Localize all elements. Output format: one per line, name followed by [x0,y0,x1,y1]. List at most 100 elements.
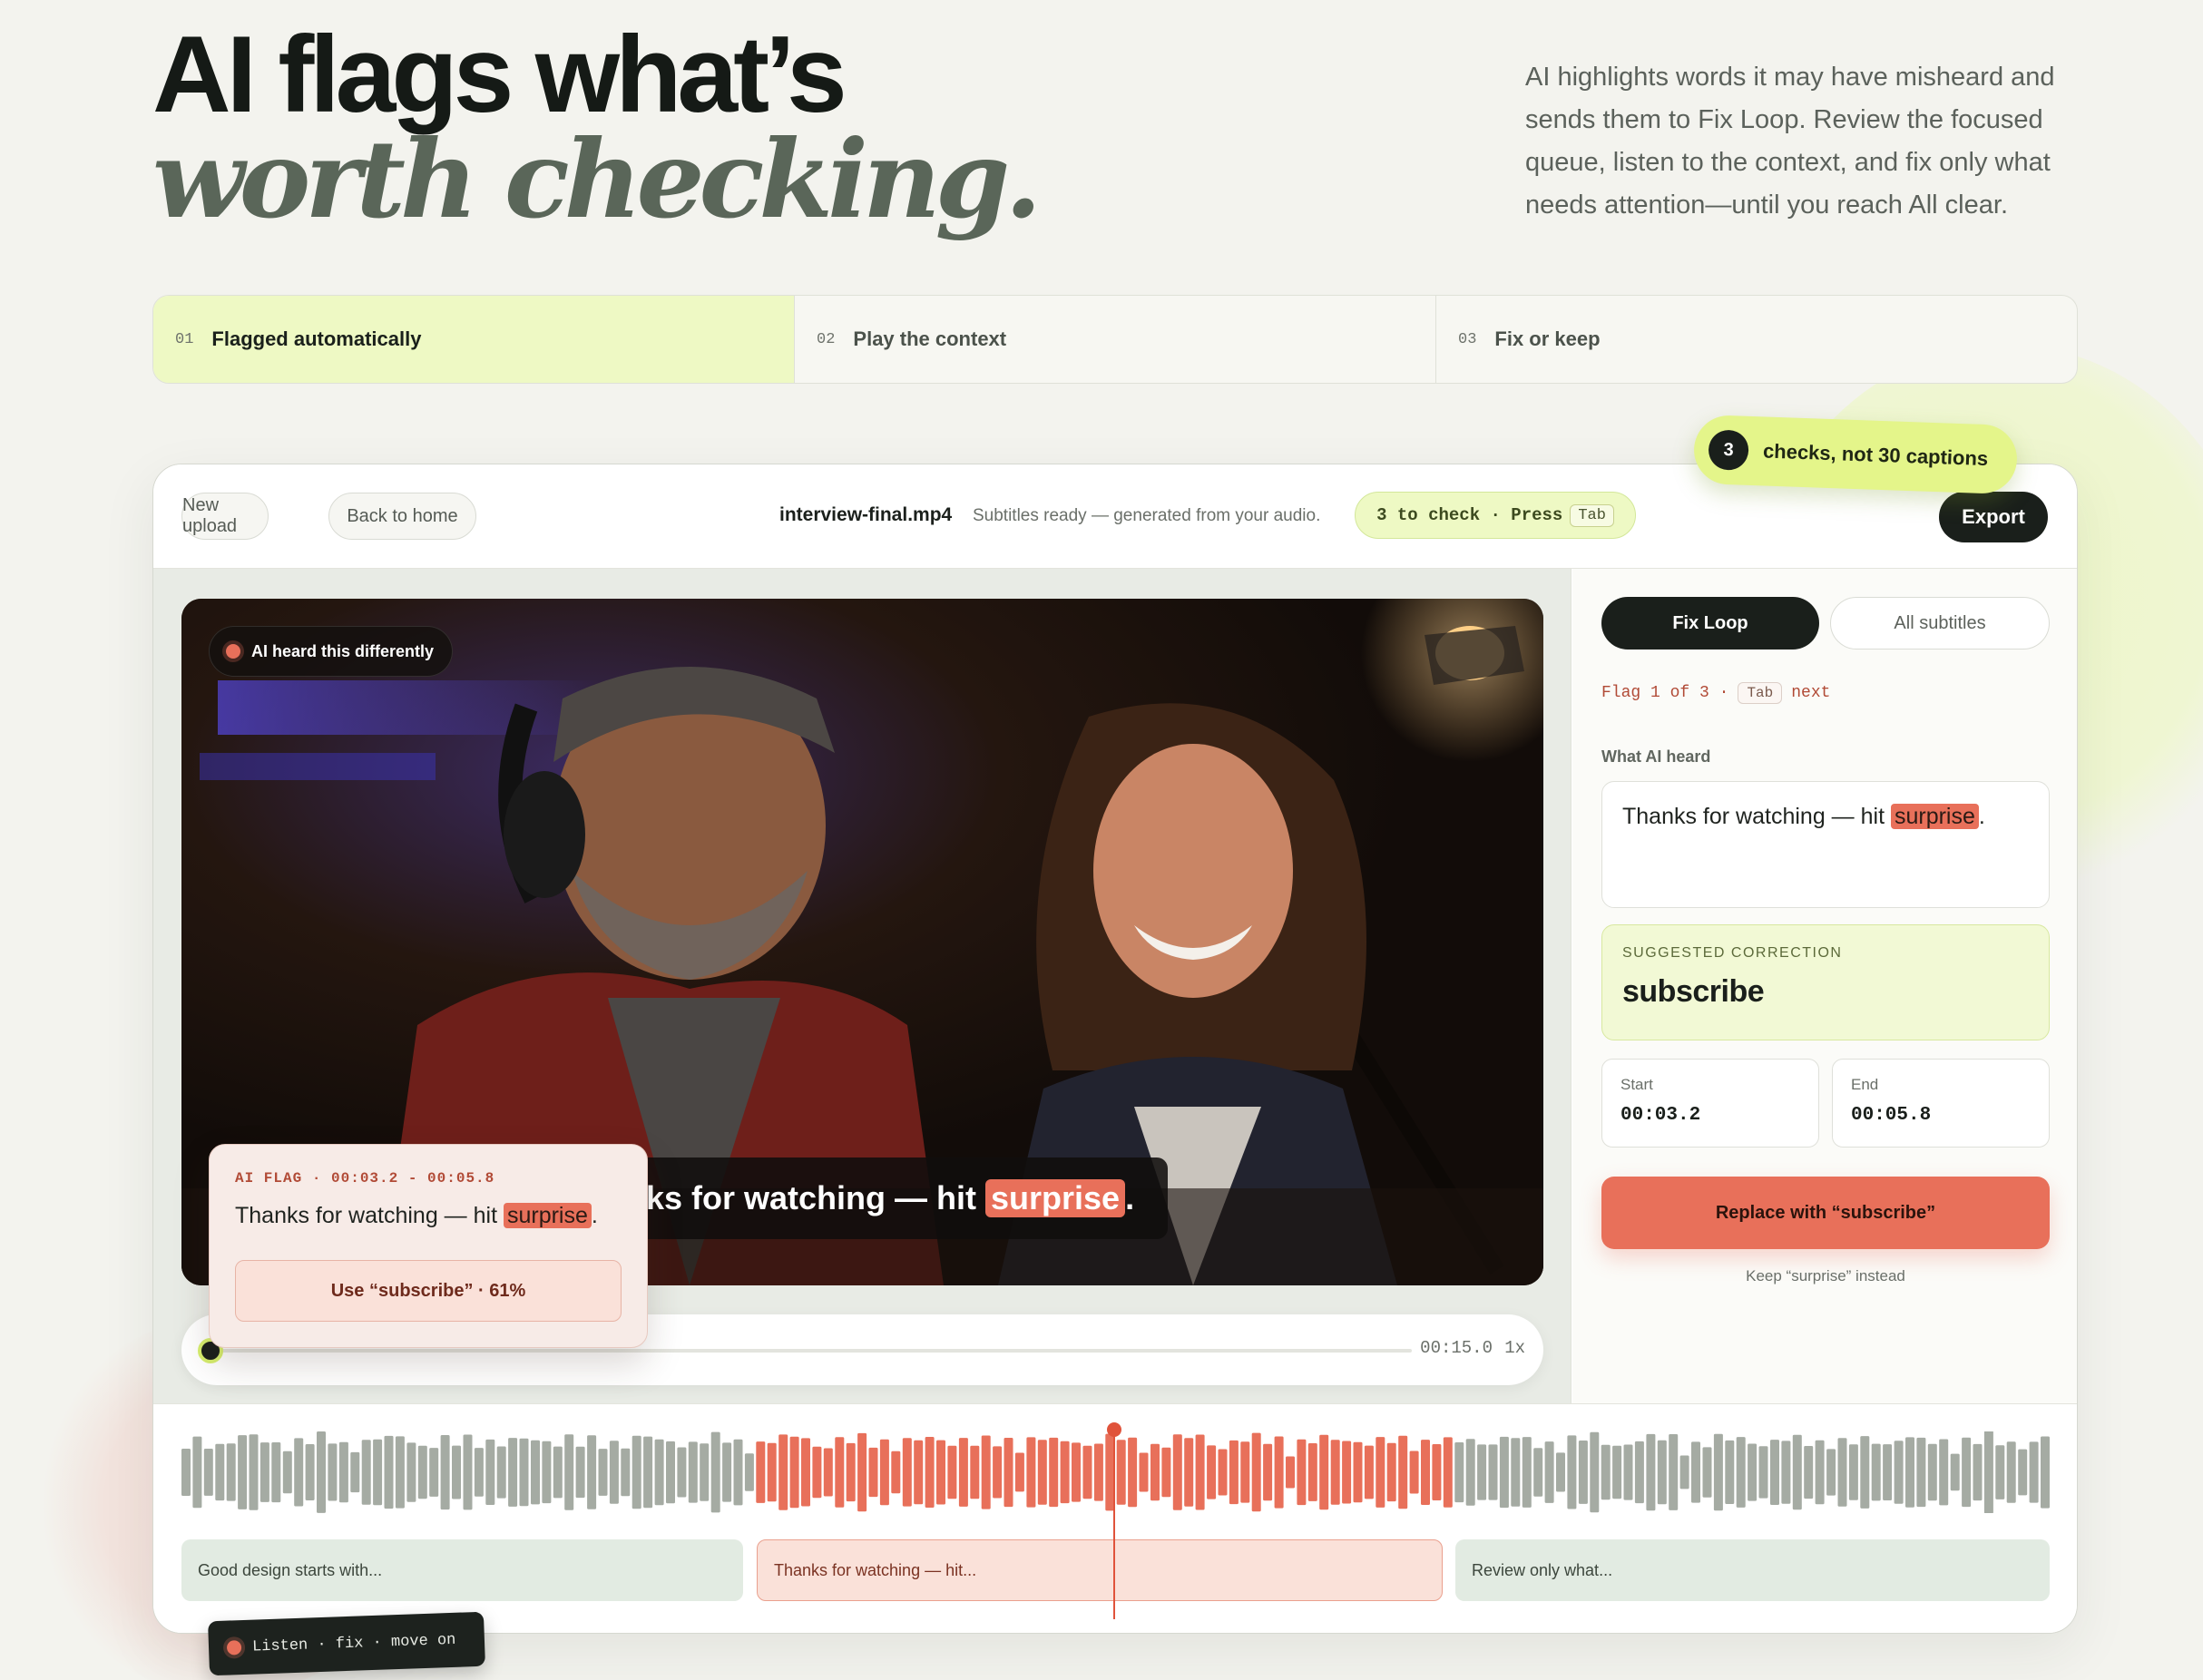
waveform-bar [1060,1441,1070,1504]
waveform-bar [823,1448,833,1497]
waveform-bar [1184,1438,1194,1507]
waveform-bar [812,1446,822,1499]
waveform-bar [1251,1432,1261,1512]
waveform-bar [338,1441,348,1503]
subtitle-clip[interactable]: Good design starts with... [181,1539,743,1601]
tab-fix-loop[interactable]: Fix Loop [1601,597,1819,650]
subtitle-clip-flagged[interactable]: Thanks for watching — hit... [757,1539,1443,1601]
waveform-bar [1274,1436,1284,1509]
waveform-bar [1815,1440,1825,1505]
waveform-bar [688,1441,698,1503]
waveform-bar [440,1435,450,1510]
panel-tabs: Fix Loop All subtitles [1601,597,2050,650]
waveform-bar [1082,1445,1092,1499]
waveform-bar [1758,1446,1768,1499]
video-caption: nks for watching — hit surprise . [599,1157,1168,1239]
use-suggestion-button[interactable]: Use “subscribe” · 61% [235,1260,622,1322]
step-fix-or-keep[interactable]: 03 Fix or keep [1436,296,2077,383]
heard-suffix: . [1978,804,1985,829]
waveform-bar [1218,1449,1228,1496]
export-button[interactable]: Export [1939,492,2048,542]
step-play-context[interactable]: 02 Play the context [795,296,1436,383]
waveform-bar [1962,1437,1972,1508]
keep-original-link[interactable]: Keep “surprise” instead [1601,1267,2050,1285]
waveform-bar [1139,1452,1149,1492]
waveform-bar [1916,1437,1926,1508]
step-number: 01 [175,330,194,348]
back-home-button[interactable]: Back to home [328,493,476,540]
waveform-bar [1240,1441,1250,1503]
waveform-bar [1409,1450,1419,1494]
ai-flag-popover: AI FLAG · 00:03.2 - 00:05.8 Thanks for w… [209,1144,648,1348]
waveform-bar [1748,1443,1758,1501]
waveform-bar [1590,1431,1600,1513]
waveform-bar [879,1439,889,1506]
waveform-bar [914,1440,924,1505]
waveform-bar [226,1443,236,1501]
heard-label: What AI heard [1601,747,1711,766]
waveform-bar [993,1446,1003,1499]
waveform-bar [598,1449,608,1496]
waveform-bar [1014,1452,1024,1492]
waveform-bar [1950,1453,1960,1491]
tab-all-subtitles[interactable]: All subtitles [1830,597,2050,650]
seek-track[interactable] [218,1349,1412,1353]
waveform-bar [373,1439,383,1506]
waveform-bar [463,1434,473,1510]
waveform-bar [1905,1437,1914,1508]
waveform-bar [1511,1438,1521,1507]
waveform-bar [1477,1444,1487,1500]
waveform-bar [553,1446,563,1499]
waveform-bar [350,1451,360,1493]
record-dot-icon [226,644,240,659]
start-time-field[interactable]: Start 00:03.2 [1601,1059,1819,1148]
waveform-bar [181,1449,191,1496]
caption-suffix: . [1125,1179,1135,1216]
step-label: Flagged automatically [211,327,422,350]
waveform-bar [1995,1445,2005,1499]
waveform-bar [328,1443,338,1501]
check-count-pill[interactable]: 3 to check · Press Tab [1355,492,1636,539]
playhead-line[interactable] [1113,1429,1115,1619]
replace-button[interactable]: Replace with “subscribe” [1601,1177,2050,1249]
hero-title: AI flags what’s worth checking. [152,20,1042,234]
duration-time: 00:15.0 [1420,1338,1493,1358]
waveform-bar [1263,1443,1273,1501]
waveform-bar [203,1449,213,1496]
waveform-bar [1093,1443,1103,1501]
waveform-bar [1679,1455,1689,1490]
suggest-value: subscribe [1622,974,1765,1009]
step-flagged[interactable]: 01 Flagged automatically [153,296,795,383]
waveform-bar [925,1437,935,1508]
playback-speed[interactable]: 1x [1504,1338,1525,1358]
waveform-bar [1983,1431,1993,1513]
heard-text-field[interactable]: Thanks for watching — hit surprise. [1601,781,2050,908]
playhead-handle[interactable] [1107,1422,1121,1437]
waveform-bar [891,1450,901,1494]
waveform-bar [1364,1445,1374,1499]
subtitle-clip[interactable]: Review only what... [1455,1539,2050,1601]
new-upload-button[interactable]: New upload [181,493,269,540]
waveform-bar [789,1436,799,1509]
waveform-bar [1826,1449,1836,1496]
tab-key-hint: Tab [1570,503,1614,527]
waveform-bar [564,1434,574,1510]
waveform-bar [1454,1442,1464,1503]
waveform-bar [1713,1433,1723,1511]
app-window: New upload Back to home interview-final.… [152,464,2078,1634]
waveform-bar [2006,1441,2016,1503]
waveform-bar [710,1431,720,1513]
waveform-bar [1353,1441,1363,1503]
waveform-bar [1770,1440,1779,1505]
waveform-bar [677,1447,687,1498]
waveform-bar [1443,1437,1453,1508]
waveform-bar [1804,1446,1814,1499]
waveform-bar [474,1448,484,1497]
waveform-bar [1398,1435,1408,1509]
ai-heard-label: AI heard this differently [251,641,435,660]
waveform[interactable] [181,1431,2050,1513]
flag-count-text: Flag 1 of 3 · [1601,684,1729,702]
waveform-bar [1973,1443,1983,1501]
waveform-bar [767,1442,777,1502]
end-time-field[interactable]: End 00:05.8 [1832,1059,2050,1148]
